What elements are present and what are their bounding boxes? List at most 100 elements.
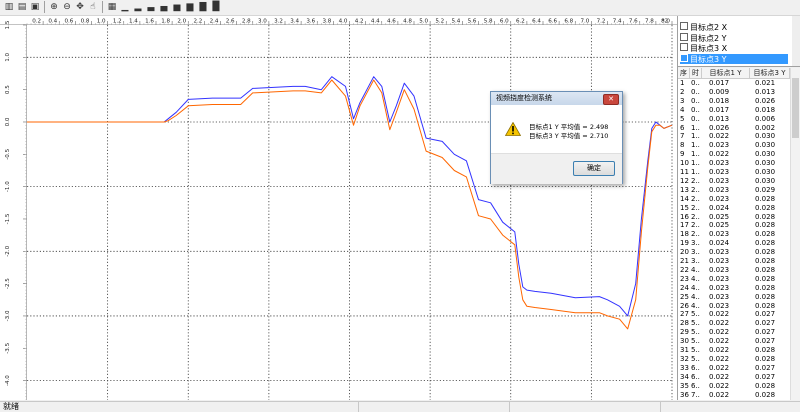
table-cell: 0.028 bbox=[755, 265, 776, 274]
table-row[interactable]: 33 6.. 0.022 0.027 bbox=[678, 364, 790, 373]
bar-chart-icon[interactable]: ▁ bbox=[119, 1, 131, 13]
table-row[interactable]: 9 1.. 0.022 0.030 bbox=[678, 150, 790, 159]
table-cell: 0.025 bbox=[709, 212, 730, 221]
table-row[interactable]: 5 0.. 0.013 0.006 bbox=[678, 115, 790, 124]
table-row[interactable]: 14 2.. 0.023 0.028 bbox=[678, 195, 790, 204]
table-row[interactable]: 36 7.. 0.022 0.028 bbox=[678, 391, 790, 400]
series-list-scrollbar[interactable] bbox=[792, 16, 800, 66]
table-cell: 0.017 bbox=[709, 79, 730, 87]
x-tick-label: 5.0 bbox=[419, 19, 428, 25]
table-row[interactable]: 19 3.. 0.024 0.028 bbox=[678, 239, 790, 248]
table-row[interactable]: 18 2.. 0.023 0.028 bbox=[678, 230, 790, 239]
table-header-cell[interactable]: 目标点1 Y bbox=[702, 68, 750, 79]
move-icon[interactable]: ✥ bbox=[74, 1, 86, 13]
x-tick-label: 1.0 bbox=[97, 19, 106, 25]
series-list[interactable]: 目标点2 X 目标点2 Y 目标点3 X 目标点3 Y bbox=[678, 16, 800, 67]
table-cell: 1.. bbox=[691, 123, 700, 132]
bar-chart-8-icon[interactable]: █ bbox=[210, 1, 222, 13]
series-list-item[interactable]: 目标点2 X bbox=[680, 22, 788, 32]
table-cell: 11 bbox=[680, 168, 689, 176]
table-row[interactable]: 23 4.. 0.023 0.028 bbox=[678, 275, 790, 284]
open-icon[interactable]: ▥ bbox=[3, 1, 15, 13]
table-row[interactable]: 16 2.. 0.025 0.028 bbox=[678, 213, 790, 222]
table-header-cell[interactable]: 时 bbox=[690, 68, 702, 79]
table-row[interactable]: 25 4.. 0.023 0.028 bbox=[678, 293, 790, 302]
table-cell: 0.022 bbox=[709, 390, 730, 399]
table-row[interactable]: 26 4.. 0.023 0.028 bbox=[678, 302, 790, 311]
table-row[interactable]: 34 6.. 0.022 0.027 bbox=[678, 373, 790, 382]
checker-icon[interactable]: ▦ bbox=[106, 1, 118, 13]
checkbox-icon[interactable] bbox=[680, 43, 688, 51]
table-row[interactable]: 12 2.. 0.023 0.030 bbox=[678, 177, 790, 186]
bar-chart-3-icon[interactable]: ▃ bbox=[145, 1, 157, 13]
bar-chart-5-icon[interactable]: ▅ bbox=[171, 1, 183, 13]
table-row[interactable]: 17 2.. 0.025 0.028 bbox=[678, 221, 790, 230]
table-cell: 2.. bbox=[691, 176, 700, 185]
zoom-in-icon[interactable]: ⊕ bbox=[48, 1, 60, 13]
checkbox-icon[interactable] bbox=[680, 22, 688, 30]
table-row[interactable]: 29 5.. 0.022 0.027 bbox=[678, 328, 790, 337]
load-icon[interactable]: ▤ bbox=[16, 1, 28, 13]
status-bar: 就绪 bbox=[0, 401, 800, 412]
table-row[interactable]: 13 2.. 0.023 0.029 bbox=[678, 186, 790, 195]
table-cell: 4 bbox=[680, 105, 685, 114]
table-cell: 7.. bbox=[691, 390, 700, 399]
bar-chart-7-icon[interactable]: ▇ bbox=[197, 1, 209, 13]
table-row[interactable]: 22 4.. 0.023 0.028 bbox=[678, 266, 790, 275]
series-list-item[interactable]: 目标点3 Y bbox=[680, 53, 788, 64]
table-cell: 15 bbox=[680, 203, 689, 212]
table-row[interactable]: 35 6.. 0.022 0.028 bbox=[678, 382, 790, 391]
table-cell: 0.022 bbox=[709, 354, 730, 363]
table-row[interactable]: 24 4.. 0.023 0.028 bbox=[678, 284, 790, 293]
dialog-close-button[interactable]: ✕ bbox=[603, 94, 619, 105]
checkbox-checked-icon[interactable] bbox=[680, 53, 688, 62]
hand-icon[interactable]: ☝ bbox=[87, 1, 99, 13]
data-table[interactable]: 序时目标点1 Y 目标点3 Y 1 0.. 0.017 0.021 2 0.. 0.009 0.0… bbox=[678, 68, 800, 400]
table-cell: 29 bbox=[680, 328, 689, 337]
table-row[interactable]: 3 0.. 0.018 0.026 bbox=[678, 97, 790, 106]
table-row[interactable]: 20 3.. 0.023 0.028 bbox=[678, 248, 790, 257]
table-row[interactable]: 28 5.. 0.022 0.027 bbox=[678, 319, 790, 328]
table-cell: 0.028 bbox=[755, 257, 776, 265]
series-list-item[interactable]: 目标点2 Y bbox=[680, 32, 788, 43]
checkbox-icon[interactable] bbox=[680, 32, 688, 41]
table-scrollbar-thumb[interactable] bbox=[792, 78, 799, 138]
y-tick-label: 1.5 bbox=[5, 20, 11, 29]
bar-chart-6-icon[interactable]: ▆ bbox=[184, 1, 196, 13]
table-cell: 5.. bbox=[691, 354, 700, 363]
table-cell: 12 bbox=[680, 176, 689, 185]
table-row[interactable]: 4 0.. 0.017 0.018 bbox=[678, 106, 790, 115]
table-header-cell[interactable]: 目标点3 Y bbox=[750, 68, 790, 79]
table-row[interactable]: 1 0.. 0.017 0.021 bbox=[678, 79, 790, 88]
table-row[interactable]: 15 2.. 0.024 0.028 bbox=[678, 204, 790, 213]
table-row[interactable]: 2 0.. 0.009 0.013 bbox=[678, 88, 790, 97]
table-row[interactable]: 32 5.. 0.022 0.028 bbox=[678, 355, 790, 364]
save-icon[interactable]: ▣ bbox=[29, 1, 41, 13]
dialog-titlebar[interactable]: 视频挠度检测系统 ✕ bbox=[491, 92, 622, 105]
table-row[interactable]: 31 5.. 0.022 0.028 bbox=[678, 346, 790, 355]
table-row[interactable]: 21 3.. 0.023 0.028 bbox=[678, 257, 790, 266]
table-header-cell[interactable]: 序 bbox=[678, 68, 690, 79]
table-row[interactable]: 30 5.. 0.022 0.027 bbox=[678, 337, 790, 346]
series-list-item[interactable]: 目标点3 X bbox=[680, 43, 788, 53]
table-scrollbar[interactable] bbox=[790, 68, 800, 400]
ok-button[interactable]: 确定 bbox=[573, 161, 615, 176]
chart-area[interactable]: 0.2 0.4 0.6 0.8 1.0 1.2 1.4 1.6 1.8 2.0 2.2 2.4 2.6 2… bbox=[0, 16, 678, 400]
y-tick-label: -3.5 bbox=[5, 342, 11, 353]
x-tick-label: 0.4 bbox=[48, 19, 57, 25]
table-cell: 0.024 bbox=[709, 239, 730, 248]
table-row[interactable]: 7 1.. 0.022 0.030 bbox=[678, 132, 790, 141]
bar-chart-2-icon[interactable]: ▂ bbox=[132, 1, 144, 13]
x-tick-label: 6.4 bbox=[532, 19, 541, 25]
table-row[interactable]: 27 5.. 0.022 0.027 bbox=[678, 310, 790, 319]
table-row[interactable]: 11 1.. 0.023 0.030 bbox=[678, 168, 790, 177]
bar-chart-4-icon[interactable]: ▄ bbox=[158, 1, 170, 13]
table-cell: 6.. bbox=[691, 372, 700, 381]
table-row[interactable]: 8 1.. 0.023 0.030 bbox=[678, 141, 790, 150]
table-row[interactable]: 10 1.. 0.023 0.030 bbox=[678, 159, 790, 168]
zoom-out-icon[interactable]: ⊖ bbox=[61, 1, 73, 13]
table-cell: 0.030 bbox=[755, 159, 776, 168]
table-cell: 22 bbox=[680, 265, 689, 274]
table-cell: 0.022 bbox=[709, 328, 730, 337]
table-row[interactable]: 6 1.. 0.026 0.002 bbox=[678, 124, 790, 133]
